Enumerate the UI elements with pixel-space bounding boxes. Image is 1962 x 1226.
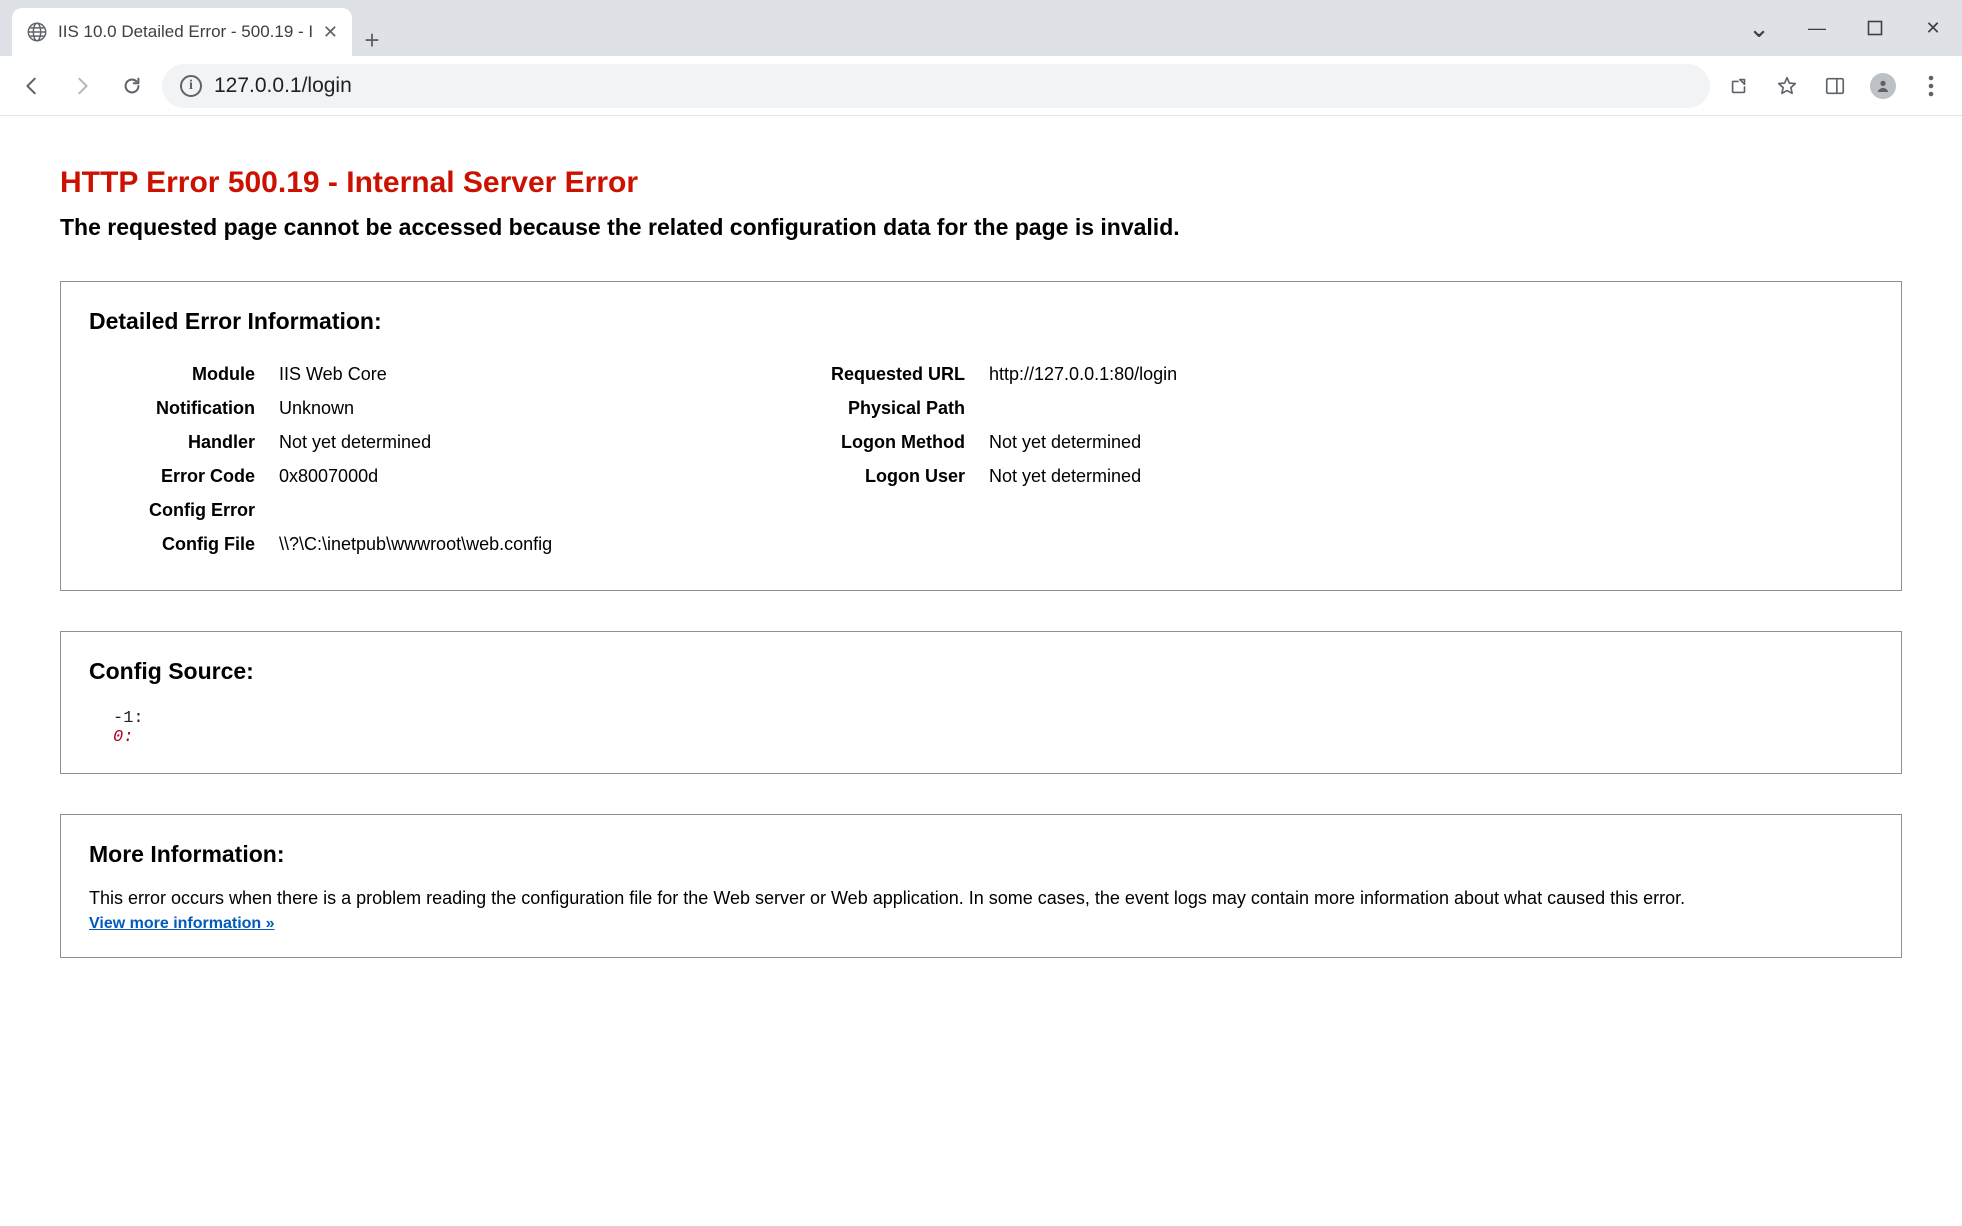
address-bar[interactable]: i 127.0.0.1/login xyxy=(162,64,1710,108)
config-source-code: -1: 0: xyxy=(89,703,1873,749)
kv-row: Config Error xyxy=(89,497,709,523)
view-more-link[interactable]: View more information » xyxy=(89,915,275,933)
window-caret-icon[interactable]: ⌄ xyxy=(1730,0,1788,56)
config-source-heading: Config Source: xyxy=(89,658,1873,685)
kv-value: Not yet determined xyxy=(279,429,709,455)
error-subtitle: The requested page cannot be accessed be… xyxy=(60,214,1902,241)
browser-toolbar: i 127.0.0.1/login xyxy=(0,56,1962,116)
more-info-heading: More Information: xyxy=(89,841,1873,868)
kv-key: Handler xyxy=(89,429,279,455)
kv-row: Requested URLhttp://127.0.0.1:80/login xyxy=(769,361,1873,387)
more-info-text: This error occurs when there is a proble… xyxy=(89,886,1873,911)
kv-row: Physical Path xyxy=(769,395,1873,421)
forward-button[interactable] xyxy=(62,66,102,106)
window-close-icon[interactable]: ✕ xyxy=(1904,0,1962,56)
new-tab-button[interactable]: + xyxy=(352,25,392,56)
kv-row: Logon MethodNot yet determined xyxy=(769,429,1873,455)
side-panel-icon[interactable] xyxy=(1816,67,1854,105)
config-source-panel: Config Source: -1: 0: xyxy=(60,631,1902,774)
more-info-panel: More Information: This error occurs when… xyxy=(60,814,1902,958)
kv-row: ModuleIIS Web Core xyxy=(89,361,709,387)
kv-key: Physical Path xyxy=(769,395,989,421)
kv-key: Notification xyxy=(89,395,279,421)
tab-title: IIS 10.0 Detailed Error - 500.19 - I xyxy=(58,22,313,42)
kv-row: Error Code0x8007000d xyxy=(89,463,709,489)
kv-key: Logon Method xyxy=(769,429,989,455)
globe-icon xyxy=(26,21,48,43)
kv-value: Not yet determined xyxy=(989,463,1873,489)
share-icon[interactable] xyxy=(1720,67,1758,105)
kv-value: IIS Web Core xyxy=(279,361,709,387)
profile-avatar[interactable] xyxy=(1864,67,1902,105)
kv-value: Not yet determined xyxy=(989,429,1873,455)
config-source-line: -1: xyxy=(113,709,1873,728)
kv-key: Error Code xyxy=(89,463,279,489)
kv-row: Config File\\?\C:\inetpub\wwwroot\web.co… xyxy=(89,531,709,557)
kv-key: Config Error xyxy=(89,497,279,523)
page-content: HTTP Error 500.19 - Internal Server Erro… xyxy=(0,116,1962,1226)
error-title: HTTP Error 500.19 - Internal Server Erro… xyxy=(60,166,1902,200)
kv-row: Logon UserNot yet determined xyxy=(769,463,1873,489)
kv-key: Logon User xyxy=(769,463,989,489)
reload-button[interactable] xyxy=(112,66,152,106)
site-info-icon[interactable]: i xyxy=(180,75,202,97)
kv-value: http://127.0.0.1:80/login xyxy=(989,361,1873,387)
back-button[interactable] xyxy=(12,66,52,106)
tab-strip: IIS 10.0 Detailed Error - 500.19 - I ✕ +… xyxy=(0,0,1962,56)
detail-heading: Detailed Error Information: xyxy=(89,308,1873,335)
url-text: 127.0.0.1/login xyxy=(214,74,352,98)
window-controls: ⌄ — ✕ xyxy=(1730,0,1962,56)
kv-row: NotificationUnknown xyxy=(89,395,709,421)
kv-value: Unknown xyxy=(279,395,709,421)
window-minimize-icon[interactable]: — xyxy=(1788,0,1846,56)
bookmark-star-icon[interactable] xyxy=(1768,67,1806,105)
kebab-menu-icon[interactable] xyxy=(1912,67,1950,105)
kv-key: Config File xyxy=(89,531,279,557)
kv-key: Module xyxy=(89,361,279,387)
kv-row: HandlerNot yet determined xyxy=(89,429,709,455)
browser-tab[interactable]: IIS 10.0 Detailed Error - 500.19 - I ✕ xyxy=(12,8,352,56)
kv-key: Requested URL xyxy=(769,361,989,387)
kv-value: 0x8007000d xyxy=(279,463,709,489)
kv-value xyxy=(279,497,709,523)
detail-left-column: ModuleIIS Web Core NotificationUnknown H… xyxy=(89,353,709,566)
detail-right-column: Requested URLhttp://127.0.0.1:80/login P… xyxy=(769,353,1873,566)
window-maximize-icon[interactable] xyxy=(1846,0,1904,56)
detail-panel: Detailed Error Information: ModuleIIS We… xyxy=(60,281,1902,591)
close-tab-icon[interactable]: ✕ xyxy=(323,22,338,43)
kv-value: \\?\C:\inetpub\wwwroot\web.config xyxy=(279,531,709,557)
config-source-line: 0: xyxy=(113,728,1873,747)
kv-value xyxy=(989,395,1873,421)
